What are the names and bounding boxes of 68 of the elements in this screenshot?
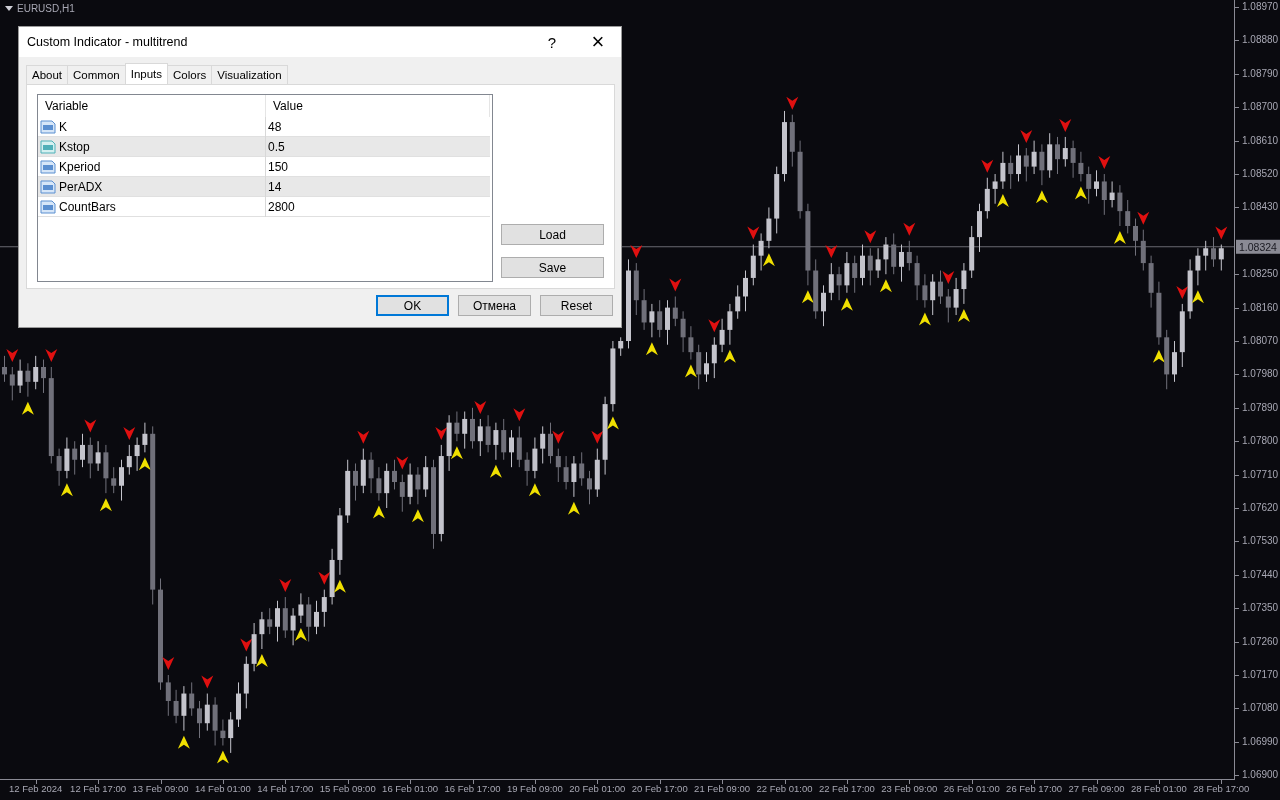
price-label: 1.08970 [1242,1,1279,14]
variable-name: PerADX [59,180,103,194]
variable-value[interactable]: 48 [266,117,490,137]
price-label: 1.08520 [1242,168,1279,181]
time-label: 16 Feb 01:00 [382,782,439,796]
price-label: 1.08160 [1242,301,1279,314]
dialog-title: Custom Indicator - multitrend [27,35,189,49]
help-button[interactable]: ? [529,27,575,57]
tab[interactable]: Visualization [211,65,288,84]
tab[interactable]: Inputs [124,63,169,84]
time-label: 15 Feb 09:00 [319,782,376,796]
variable-name: CountBars [59,200,116,214]
variable-value[interactable]: 0.5 [266,137,490,157]
tab[interactable]: About [26,65,69,84]
time-label: 12 Feb 17:00 [70,782,127,796]
column-header[interactable]: Variable [38,95,266,117]
symbol-label: EURUSD,H1 [17,3,75,14]
price-label: 1.08070 [1242,335,1279,347]
time-label: 20 Feb 01:00 [569,782,626,796]
time-label: 13 Feb 09:00 [132,782,189,796]
variable-name: K [59,120,67,134]
price-label: 1.07800 [1242,435,1279,448]
time-label: 27 Feb 09:00 [1068,782,1125,796]
price-label: 1.08430 [1242,201,1279,214]
variable-name: Kperiod [59,160,101,174]
price-label: 1.08880 [1242,34,1279,47]
side-button[interactable]: Load [501,224,604,245]
time-label: 16 Feb 17:00 [444,782,501,796]
side-button[interactable]: Save [501,257,604,278]
time-label: 12 Feb 2024 [9,782,63,796]
variable-value[interactable]: 2800 [266,197,490,217]
time-label: 19 Feb 09:00 [506,782,563,796]
time-label: 22 Feb 17:00 [818,782,875,796]
price-label: 1.07350 [1242,602,1279,615]
price-label: 1.06900 [1242,769,1279,782]
price-label: 1.08700 [1242,101,1279,114]
variable-value[interactable]: 14 [266,177,490,197]
current-price-label: 1.08324 [1236,239,1280,254]
price-label: 1.07710 [1242,468,1279,481]
price-label: 1.07260 [1242,635,1279,648]
price-label: 1.07440 [1242,568,1279,581]
price-label: 1.08250 [1242,268,1279,281]
price-label: 1.06990 [1242,735,1279,748]
time-label: 26 Feb 01:00 [943,782,1000,796]
time-label: 14 Feb 17:00 [257,782,314,796]
column-header[interactable]: Value [266,95,490,117]
price-label: 1.07170 [1242,669,1279,681]
close-button[interactable]: × [575,27,621,57]
dialog-button[interactable]: Отмена [458,295,531,316]
time-label: 23 Feb 09:00 [881,782,938,796]
time-label: 20 Feb 17:00 [631,782,688,796]
variable-name: Kstop [59,140,90,154]
time-label: 28 Feb 01:00 [1130,782,1187,796]
price-label: 1.07530 [1242,535,1279,548]
price-label: 1.07080 [1242,702,1279,715]
price-label: 1.07980 [1242,368,1279,381]
price-label: 1.07890 [1242,401,1279,414]
price-label: 1.08790 [1242,67,1279,80]
time-label: 14 Feb 01:00 [194,782,251,796]
price-label: 1.07620 [1242,502,1279,514]
price-label: 1.08610 [1242,134,1279,147]
time-label: 28 Feb 17:00 [1193,782,1250,796]
time-label: 21 Feb 09:00 [694,782,751,796]
dialog-button[interactable]: OK [376,295,449,316]
time-label: 22 Feb 01:00 [756,782,813,796]
dialog-button[interactable]: Reset [540,295,613,316]
time-label: 26 Feb 17:00 [1006,782,1063,796]
variable-value[interactable]: 150 [266,157,490,177]
